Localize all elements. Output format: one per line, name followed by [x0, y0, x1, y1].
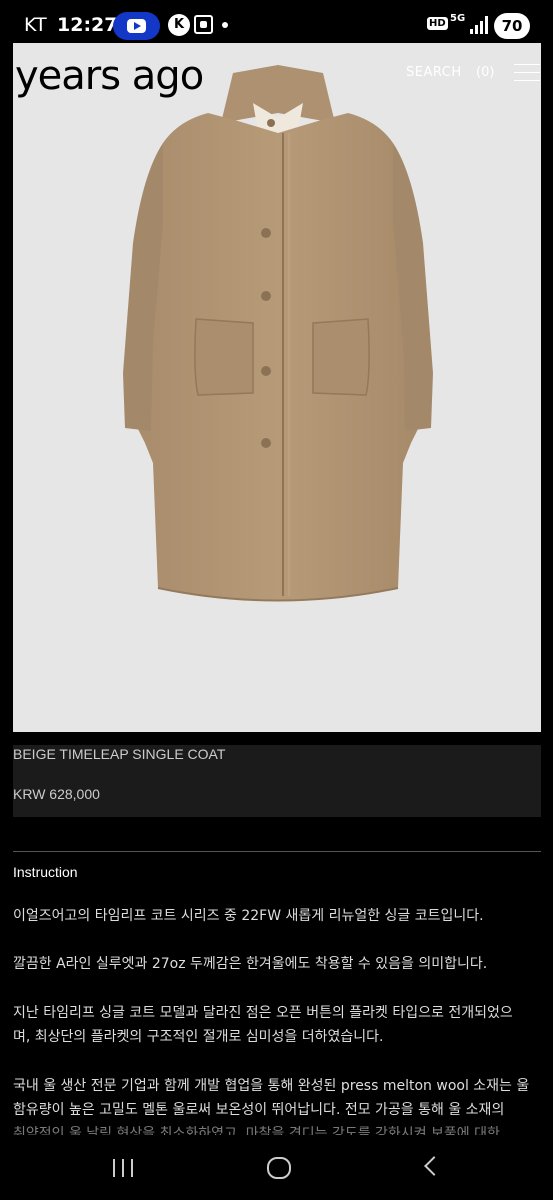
youtube-icon[interactable] — [113, 12, 160, 40]
instruction-line: 국내 울 생산 전문 기업과 함께 개발 협업을 통해 완성된 press me… — [13, 1078, 530, 1094]
scan-icon — [194, 15, 213, 34]
instruction-line: 며, 최상단의 플라켓의 구조적인 절개로 심미성을 더하였습니다. — [13, 1029, 384, 1045]
product-image[interactable] — [13, 43, 541, 732]
5g-icon: 5G — [450, 13, 466, 24]
divider — [13, 851, 541, 852]
signal-icon — [470, 16, 488, 34]
search-link[interactable]: SEARCH — [406, 65, 462, 80]
instruction-line: 깔끔한 A라인 실루엣과 27oz 두께감은 한겨울에도 착용할 수 있음을 의… — [13, 956, 488, 972]
product-price: KRW 628,000 — [13, 786, 100, 802]
k-app-icon: K — [168, 14, 190, 36]
cart-count[interactable]: (0) — [476, 65, 494, 80]
clock: 12:27 — [57, 14, 118, 36]
instruction-line: 이얼즈어고의 타임리프 코트 시리즈 중 22FW 새롭게 리뉴얼한 싱글 코트… — [13, 908, 484, 924]
battery-icon: 70 — [494, 13, 530, 39]
dot-icon — [222, 22, 228, 28]
product-name: BEIGE TIMELEAP SINGLE COAT — [13, 746, 226, 762]
back-icon[interactable] — [424, 1156, 444, 1176]
recents-icon[interactable] — [113, 1159, 135, 1177]
site-logo[interactable]: years ago — [15, 53, 204, 99]
carrier-label: KT — [24, 14, 47, 36]
hamburger-menu-icon[interactable] — [514, 64, 540, 82]
instruction-line: 지난 타임리프 싱글 코트 모델과 달라진 점은 오픈 버튼의 플라켓 타입으로… — [13, 1005, 513, 1021]
home-icon[interactable] — [267, 1157, 291, 1179]
instruction-line: 함유량이 높은 고밀도 멜톤 울로써 보온성이 뛰어납니다. 전모 가공을 통해… — [13, 1102, 505, 1118]
coat-image — [123, 65, 433, 602]
instruction-title: Instruction — [13, 864, 78, 880]
hd-icon: HD — [427, 17, 448, 30]
system-nav-bar — [0, 1135, 553, 1200]
